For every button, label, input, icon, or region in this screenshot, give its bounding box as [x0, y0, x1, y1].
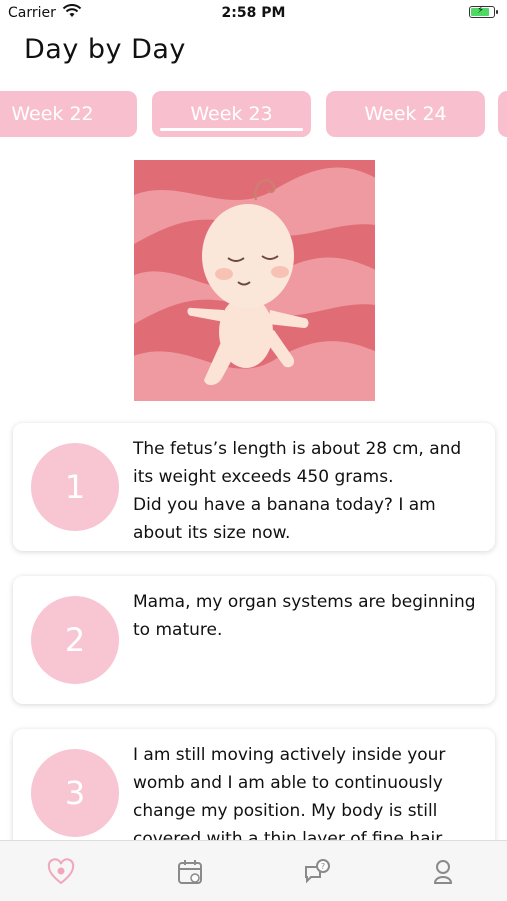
fact-card-2: 2 Mama, my organ systems are beginning t…	[13, 576, 495, 704]
clock: 2:58 PM	[221, 5, 286, 21]
tab-calendar[interactable]	[173, 855, 207, 889]
tab-week-24[interactable]: Week 24	[326, 91, 485, 137]
fact-number-badge: 2	[31, 596, 119, 684]
tab-home[interactable]	[44, 855, 78, 889]
tab-questions[interactable]: ?	[300, 855, 334, 889]
tab-label: Week 23	[190, 103, 273, 125]
selected-indicator	[160, 128, 303, 131]
chat-question-icon: ?	[305, 859, 330, 884]
fetus-illustration	[134, 160, 375, 401]
tab-label: Week 22	[11, 103, 94, 125]
fact-text: Mama, my organ systems are beginning to …	[133, 592, 476, 640]
fact-text: I am still moving actively inside your w…	[133, 745, 447, 849]
tab-baby[interactable]	[426, 855, 460, 889]
week-tabs: Week 22 Week 23 Week 24	[0, 90, 507, 140]
fact-text: The fetus’s length is about 28 cm, and i…	[133, 439, 462, 543]
tab-week-22[interactable]: Week 22	[0, 91, 137, 137]
status-bar: Carrier 2:58 PM ⚡	[0, 0, 507, 28]
battery-icon: ⚡	[469, 5, 498, 18]
heart-baby-icon	[47, 858, 75, 885]
tab-week-25[interactable]	[498, 91, 507, 137]
baby-icon	[433, 860, 453, 884]
tab-week-23[interactable]: Week 23	[152, 91, 311, 137]
fact-number-badge: 1	[31, 443, 119, 531]
page-title: Day by Day	[24, 34, 186, 65]
svg-text:?: ?	[321, 862, 325, 871]
fact-number-badge: 3	[31, 749, 119, 837]
bottom-tab-bar: ?	[0, 840, 507, 901]
calendar-icon	[178, 860, 202, 884]
fact-card-1: 1 The fetus’s length is about 28 cm, and…	[13, 423, 495, 551]
baby-illustration-icon	[134, 160, 375, 401]
tab-label: Week 24	[364, 103, 447, 125]
